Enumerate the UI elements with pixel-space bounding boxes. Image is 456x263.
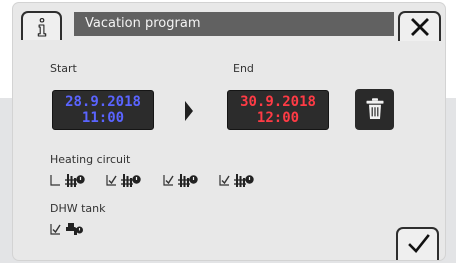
close-icon — [411, 18, 429, 36]
start-date-value: 28.9.2018 — [65, 94, 141, 110]
info-icon — [37, 18, 47, 37]
start-time-value: 11:00 — [81, 110, 125, 126]
start-label: Start — [50, 62, 77, 75]
page-title: Vacation program — [74, 12, 394, 36]
end-label: End — [233, 62, 254, 75]
end-date-time-field[interactable]: 30.9.2018 12:00 — [227, 90, 329, 130]
heating-circuit-label: Heating circuit — [50, 153, 131, 166]
info-button[interactable] — [21, 11, 62, 40]
checkmark-icon — [408, 234, 430, 253]
end-date-value: 30.9.2018 — [240, 94, 316, 110]
top-bar: Vacation program — [13, 3, 445, 41]
heating-circuit-1-unchecked-icon[interactable] — [50, 173, 92, 189]
end-time-value: 12:00 — [256, 110, 300, 126]
heating-circuit-3-checked-icon[interactable] — [163, 173, 205, 189]
delete-button[interactable] — [355, 89, 394, 130]
dhw-tank-checked-icon[interactable] — [50, 222, 92, 238]
page: Vacation program Start End 28.9.2018 11:… — [0, 0, 456, 263]
start-date-time-field[interactable]: 28.9.2018 11:00 — [52, 90, 154, 130]
chevron-right-icon — [185, 101, 193, 121]
close-button[interactable] — [398, 11, 441, 41]
trash-icon — [366, 98, 384, 119]
heating-circuit-2-checked-icon[interactable] — [106, 173, 148, 189]
confirm-button[interactable] — [396, 227, 439, 260]
heating-circuit-4-checked-icon[interactable] — [219, 173, 261, 189]
vacation-program-screen: Vacation program Start End 28.9.2018 11:… — [13, 3, 445, 260]
dhw-tank-label: DHW tank — [50, 202, 106, 215]
